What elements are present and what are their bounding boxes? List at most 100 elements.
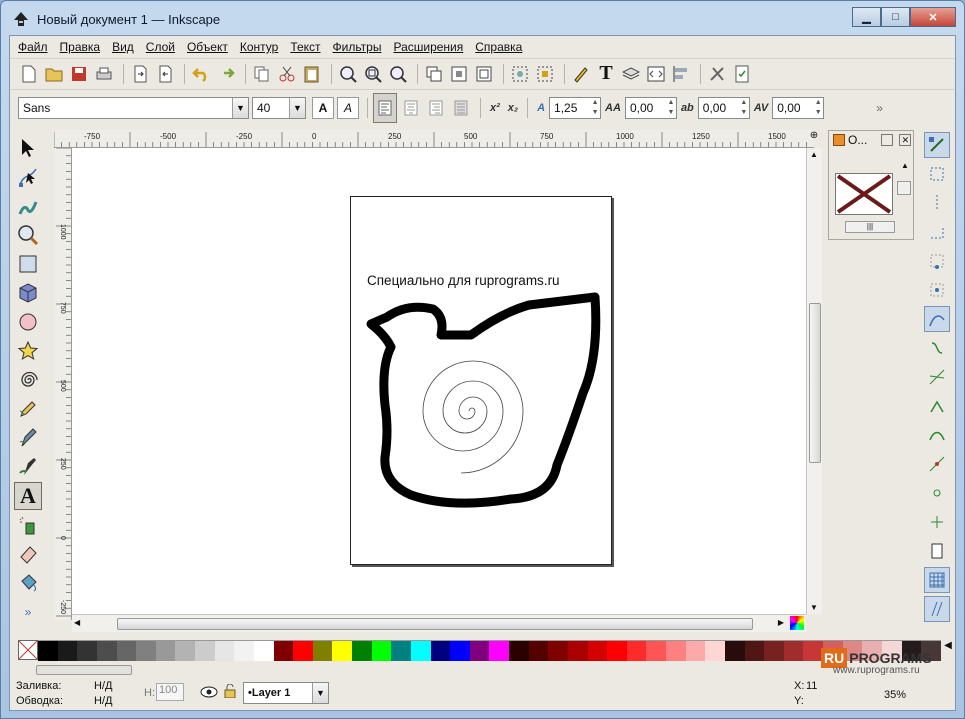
snap-paths[interactable] [924,335,950,361]
palette-swatch[interactable] [509,641,529,661]
palette-swatch[interactable] [332,641,352,661]
snap-page-border[interactable] [924,538,950,564]
palette-swatch[interactable] [626,641,647,661]
clone-button[interactable] [448,63,470,85]
snap-bbox-midpoint[interactable] [924,248,950,274]
calligraphy-tool[interactable] [14,453,42,481]
snap-guides[interactable] [924,596,950,622]
palette-scroll-thumb[interactable] [36,665,132,675]
fill-value[interactable]: Н/Д [94,680,112,692]
eraser-tool[interactable] [14,540,42,568]
menu-edit[interactable]: Правка [60,40,101,54]
snap-smooth-nodes[interactable] [924,422,950,448]
zoom-drawing-button[interactable] [362,63,384,85]
palette-swatch[interactable] [548,641,568,661]
palette-swatch[interactable] [666,641,686,661]
snap-object-centers[interactable] [924,480,950,506]
chevron-down-icon[interactable]: ▼ [312,683,328,703]
menu-layer[interactable]: Слой [146,40,175,54]
superscript-icon[interactable]: x² [490,102,500,114]
line-spacing-spinner[interactable]: 1,25 ▲ ▼ [549,96,602,119]
snap-toggle[interactable] [924,132,950,158]
spin-arrows-icon[interactable]: ▲ ▼ [739,98,749,118]
align-center-button[interactable] [400,97,422,119]
dock-preview[interactable] [835,173,893,215]
align-left-button[interactable] [373,92,397,123]
justify-button[interactable] [450,97,472,119]
redo-button[interactable] [215,63,237,85]
layer-selector[interactable]: •Layer 1 ▼ [243,682,329,704]
palette-swatch[interactable] [312,641,333,661]
dock-hscroll[interactable]: ||| [845,221,895,233]
tweak-tool[interactable] [14,192,42,220]
zoom-corner-icon[interactable]: ⊕ [806,130,822,148]
palette-swatch[interactable] [410,641,431,661]
snap-intersections[interactable] [924,364,950,390]
chevron-down-icon[interactable]: ▼ [232,97,248,118]
palette-swatch[interactable] [175,641,195,661]
dock-scroll-up-icon[interactable]: ▲ [901,161,909,170]
palette-swatch[interactable] [352,641,372,661]
zoom-value[interactable]: 35% [884,689,906,701]
palette-swatch[interactable] [528,641,549,661]
undo-button[interactable] [190,63,212,85]
horizontal-scroll-thumb[interactable] [117,618,753,630]
toolbox-overflow[interactable]: » [14,598,42,626]
canvas-text[interactable]: Специально для ruprograms.ru [367,273,560,288]
palette-swatch[interactable] [783,641,804,661]
vertical-ruler[interactable]: 1000 750 500 250 0 -250 [54,148,72,620]
snap-line-midpoints[interactable] [924,451,950,477]
word-spacing-spinner[interactable]: 0,00 ▲ ▼ [697,96,750,119]
layers-button[interactable] [620,63,642,85]
paste-button[interactable] [301,63,323,85]
kerning-spinner[interactable]: 0,00 ▲ ▼ [772,96,825,119]
spiral-shape[interactable] [422,360,524,474]
horizontal-scrollbar[interactable]: ◀ ▶ [72,614,806,632]
palette-swatch[interactable] [430,641,451,661]
maximize-button[interactable]: □ [881,7,910,27]
menu-filters[interactable]: Фильтры [333,40,382,54]
spin-arrows-icon[interactable]: ▲ ▼ [666,98,676,118]
menu-file[interactable]: Файл [18,40,48,54]
palette-swatch[interactable] [744,641,765,661]
snap-bbox-edge[interactable] [924,190,950,216]
palette-swatch[interactable] [607,641,627,661]
palette-swatch[interactable] [371,641,392,661]
palette-swatch[interactable] [116,641,137,661]
palette-swatch[interactable] [96,641,117,661]
chicken-outline-shape[interactable] [366,292,601,508]
horizontal-ruler[interactable]: -750 -500 -250 0 250 500 750 1000 1250 1… [54,130,814,148]
palette-swatch[interactable] [273,641,294,661]
rectangle-tool[interactable] [14,250,42,278]
palette-swatch[interactable] [77,641,97,661]
toolbar-overflow-icon[interactable]: » [876,101,883,115]
ungroup-button[interactable] [534,63,556,85]
palette-swatch[interactable] [705,641,725,661]
scroll-left-icon[interactable]: ◀ [74,618,80,627]
palette-swatch[interactable] [155,641,176,661]
palette-swatch[interactable] [293,641,313,661]
subscript-icon[interactable]: x₂ [508,102,518,114]
align-distribute-button[interactable] [670,63,692,85]
selector-tool[interactable] [14,134,42,162]
node-tool[interactable] [14,163,42,191]
font-size-combo[interactable]: 40 ▼ [252,96,306,119]
palette-swatch[interactable] [57,641,78,661]
spray-tool[interactable] [14,511,42,539]
lock-icon[interactable] [224,684,236,698]
spin-arrows-icon[interactable]: ▲ ▼ [590,98,600,118]
palette-swatch[interactable] [214,641,235,661]
snap-rotation-center[interactable] [924,509,950,535]
copy-button[interactable] [251,63,273,85]
palette-swatch[interactable] [391,641,411,661]
palette-swatch[interactable] [764,641,784,661]
palette-swatch[interactable] [724,641,745,661]
menu-help[interactable]: Справка [475,40,522,54]
menu-path[interactable]: Контур [240,40,278,54]
palette-swatch[interactable] [234,641,254,661]
align-right-button[interactable] [425,97,447,119]
font-family-combo[interactable]: Sans ▼ [18,96,249,119]
snap-cusp-nodes[interactable] [924,393,950,419]
palette-swatch[interactable] [195,641,215,661]
dock-scroll-thumb[interactable] [897,181,911,195]
